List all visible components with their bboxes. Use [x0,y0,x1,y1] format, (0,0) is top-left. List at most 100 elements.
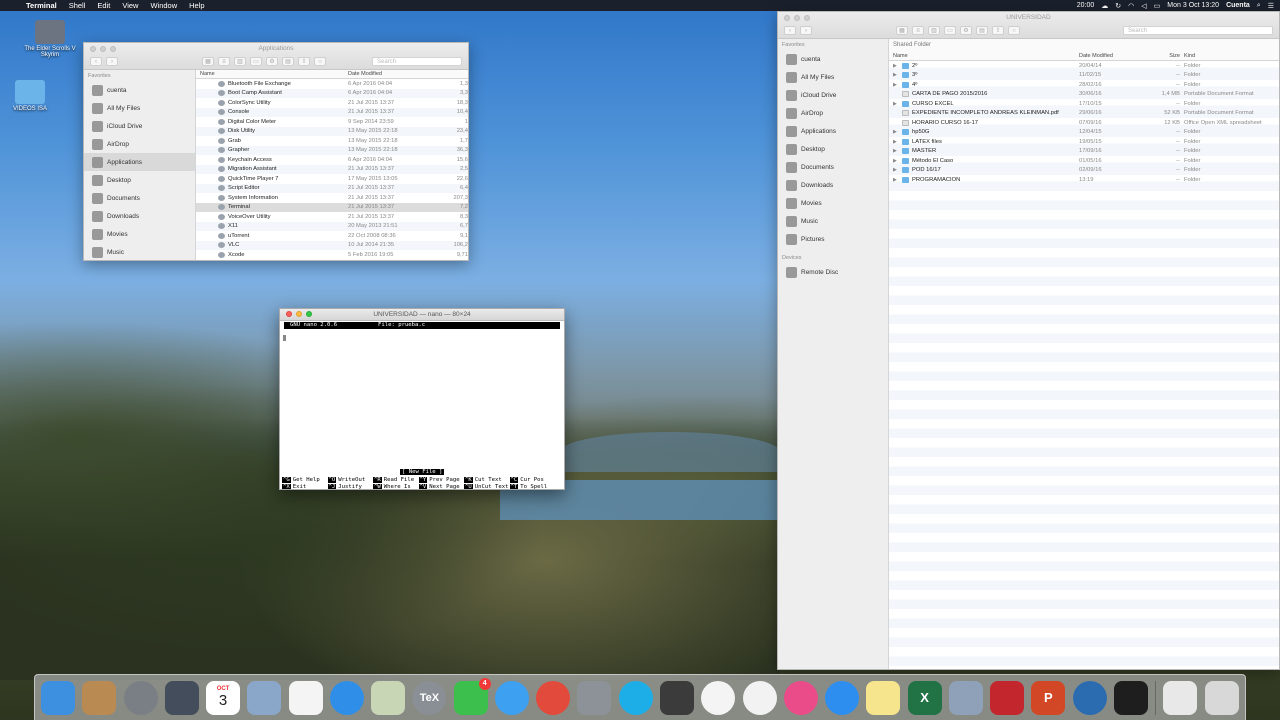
cloud-icon[interactable]: ☁ [1101,2,1108,10]
dock-notebook-icon[interactable] [82,680,117,715]
sidebar-item-documents[interactable]: Documents [778,158,888,176]
menubar-clock[interactable]: Mon 3 Oct 13:20 [1167,2,1219,9]
table-row[interactable]: Xcode 5 Feb 2016 19:05 9,71 [196,250,468,260]
back-button[interactable]: ‹ [90,56,102,66]
dock-tex-icon[interactable]: TeX [412,680,447,715]
arrange-button[interactable]: ▤ [976,25,988,35]
dock-quicktime-icon[interactable] [1072,680,1107,715]
table-row[interactable]: ▶ Método El Caso 01/05/16 -- Folder [889,156,1279,166]
table-row[interactable]: ▶ MASTER 17/09/16 -- Folder [889,146,1279,156]
disclosure-triangle-icon[interactable]: ▶ [893,158,899,164]
disclosure-triangle-icon[interactable]: ▶ [893,101,899,107]
table-row[interactable]: Migration Assistant 21 Jul 2015 13:37 2,5 [196,164,468,174]
table-row[interactable]: Script Editor 21 Jul 2015 13:37 6,4 [196,183,468,193]
dock-photo-browser-icon[interactable] [371,680,406,715]
table-row[interactable]: ▶ 4º 28/02/16 -- Folder [889,80,1279,90]
list-view-button[interactable]: ≡ [218,56,230,66]
sidebar-item-applications[interactable]: Applications [84,153,195,171]
sidebar-item-airdrop[interactable]: AirDrop [778,104,888,122]
table-row[interactable]: ▶ 3º 11/02/15 -- Folder [889,70,1279,80]
wifi-icon[interactable]: ◠ [1128,2,1134,10]
disclosure-triangle-icon[interactable]: ▶ [893,148,899,154]
dock-trash-icon[interactable] [1204,680,1239,715]
column-header-name[interactable]: Name [196,71,348,77]
search-field[interactable]: Search [1123,25,1273,35]
column-view-button[interactable]: ▥ [234,56,246,66]
dock-reminders-icon[interactable] [288,680,323,715]
search-field[interactable]: Search [372,56,462,66]
sidebar-item-remote-disc[interactable]: Remote Disc [778,263,888,281]
window-titlebar[interactable]: UNIVERSIDAD ‹ › ▦ ≡ ▥ ▭ ⚙ ▤ ⇧ ○ Search [778,12,1279,39]
dock-safari-icon[interactable] [329,680,364,715]
coverflow-view-button[interactable]: ▭ [944,25,956,35]
table-row[interactable]: Terminal 21 Jul 2015 13:37 7,2 [196,202,468,212]
desktop-icon-skyrim[interactable]: The Elder Scrolls V Skyrim [20,20,80,58]
menu-window[interactable]: Window [144,1,183,10]
table-row[interactable]: ▶ hp50G 12/04/15 -- Folder [889,127,1279,137]
dock-calendar-icon[interactable]: OCT 3 [206,680,241,715]
sidebar-item-icloud-drive[interactable]: iCloud Drive [778,86,888,104]
icon-view-button[interactable]: ▦ [896,25,908,35]
action-gear-icon[interactable]: ⚙ [960,25,972,35]
table-row[interactable]: Keychain Access 6 Apr 2016 04:04 15,6 [196,155,468,165]
sidebar-item-all-my-files[interactable]: All My Files [84,99,195,117]
column-header-kind[interactable]: Kind [1184,53,1279,59]
menubar-user[interactable]: Cuenta [1226,2,1250,9]
window-titlebar[interactable]: Applications ‹ › ▦ ≡ ▥ ▭ ⚙ ▤ ⇧ ○ Search [84,43,468,70]
sidebar-item-movies[interactable]: Movies [84,225,195,243]
dock-excel-icon[interactable]: X [907,680,942,715]
table-row[interactable]: VLC 10 Jul 2014 21:35 106,2 [196,240,468,250]
dock-facetime-icon[interactable]: 4 [453,677,491,715]
sidebar-item-downloads[interactable]: Downloads [778,176,888,194]
battery-icon[interactable]: ▭ [1154,2,1161,10]
window-titlebar[interactable]: UNIVERSIDAD — nano — 80×24 [280,309,564,321]
desktop-icon-videos-isa[interactable]: VIDEOS ISA [0,80,60,112]
table-row[interactable]: ▶ CURSO EXCEL 17/10/15 -- Folder [889,99,1279,109]
table-row[interactable]: X11 20 May 2013 21:51 6,7 [196,221,468,231]
volume-icon[interactable]: ◁ [1141,2,1146,10]
action-gear-icon[interactable]: ⚙ [266,56,278,66]
tags-button[interactable]: ○ [1008,25,1020,35]
menu-view[interactable]: View [116,1,144,10]
forward-button[interactable]: › [800,25,812,35]
table-row[interactable]: VoiceOver Utility 21 Jul 2015 13:37 8,3 [196,212,468,222]
menu-shell[interactable]: Shell [63,1,92,10]
sidebar-item-desktop[interactable]: Desktop [84,171,195,189]
icon-view-button[interactable]: ▦ [202,56,214,66]
table-row[interactable]: CARTA DE PAGO 2015/2016 30/06/16 1,4 MB Por… [889,89,1279,99]
sidebar-item-documents[interactable]: Documents [84,189,195,207]
notification-center-icon[interactable]: ☰ [1268,2,1274,10]
table-row[interactable]: ▶ PROGRAMACIÓN 13:19 -- Folder [889,175,1279,185]
table-row[interactable]: Disk Utility 13 May 2015 22:18 23,4 [196,126,468,136]
dock-clock-icon[interactable] [742,680,777,715]
table-row[interactable]: Boot Camp Assistant 6 Apr 2016 04:04 3,3 [196,88,468,98]
column-header-date[interactable]: Date Modified [1079,53,1151,59]
dock-launchpad-icon[interactable] [123,680,158,715]
forward-button[interactable]: › [106,56,118,66]
column-header-name[interactable]: Name [889,53,1079,59]
sidebar-item-pictures[interactable]: Pictures [778,230,888,248]
table-row[interactable]: Console 21 Jul 2015 13:37 10,4 [196,107,468,117]
sidebar-item-desktop[interactable]: Desktop [778,140,888,158]
menu-help[interactable]: Help [183,1,210,10]
table-row[interactable]: HORARIO CURSO 16-17 07/09/16 12 KB Office O… [889,118,1279,128]
disclosure-triangle-icon[interactable]: ▶ [893,129,899,135]
share-button[interactable]: ⇧ [298,56,310,66]
dock-preview-icon[interactable] [247,680,282,715]
menu-edit[interactable]: Edit [91,1,116,10]
dock-powerpoint-icon[interactable]: P [1031,680,1066,715]
dock-terminal-icon[interactable] [1113,680,1148,715]
back-button[interactable]: ‹ [784,25,796,35]
disclosure-triangle-icon[interactable]: ▶ [893,167,899,173]
arrange-button[interactable]: ▤ [282,56,294,66]
dock-image-capture-icon[interactable] [948,680,983,715]
dock-autocad-icon[interactable] [990,680,1025,715]
disclosure-triangle-icon[interactable]: ▶ [893,72,899,78]
spotlight-icon[interactable]: ⌕ [1257,2,1261,10]
table-row[interactable]: Digital Color Meter 9 Sep 2014 23:59 1 [196,117,468,127]
table-row[interactable]: Grab 13 May 2015 22:18 1,7 [196,136,468,146]
dock-final-cut-icon[interactable] [659,680,694,715]
share-button[interactable]: ⇧ [992,25,1004,35]
table-row[interactable]: Bluetooth File Exchange 6 Apr 2016 04:04 1… [196,79,468,89]
table-row[interactable]: EXPEDIENTE INCOMPLETO ANDREAS KLEINMAN.p… [889,108,1279,118]
